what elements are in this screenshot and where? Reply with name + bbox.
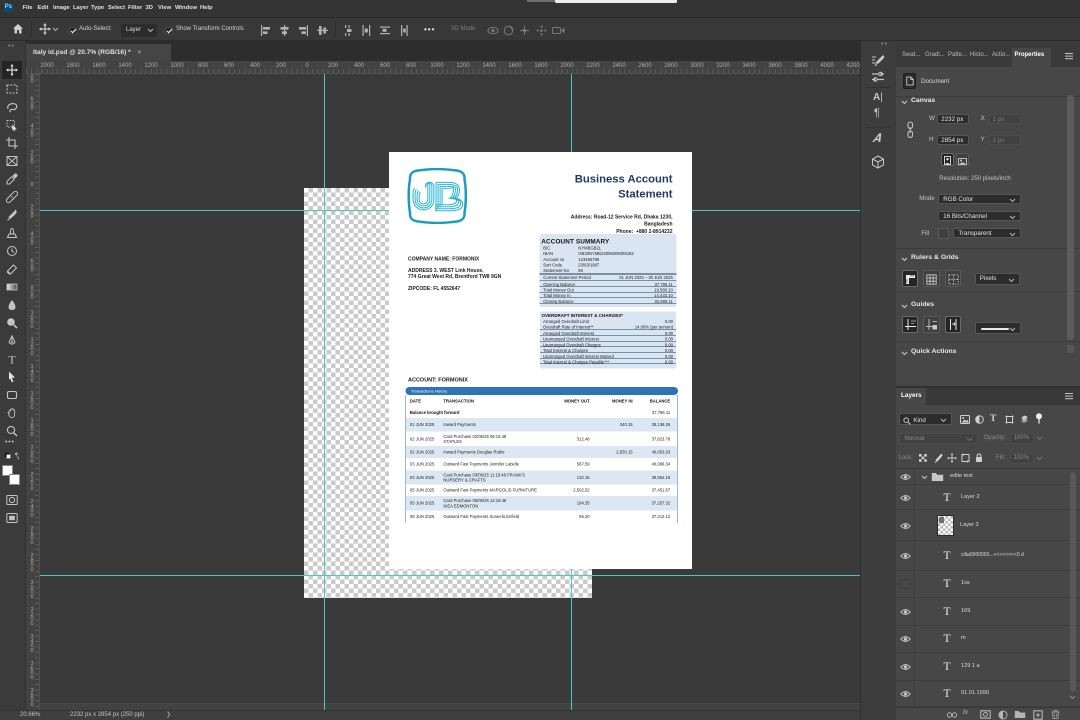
svg-text:T: T bbox=[8, 353, 16, 365]
